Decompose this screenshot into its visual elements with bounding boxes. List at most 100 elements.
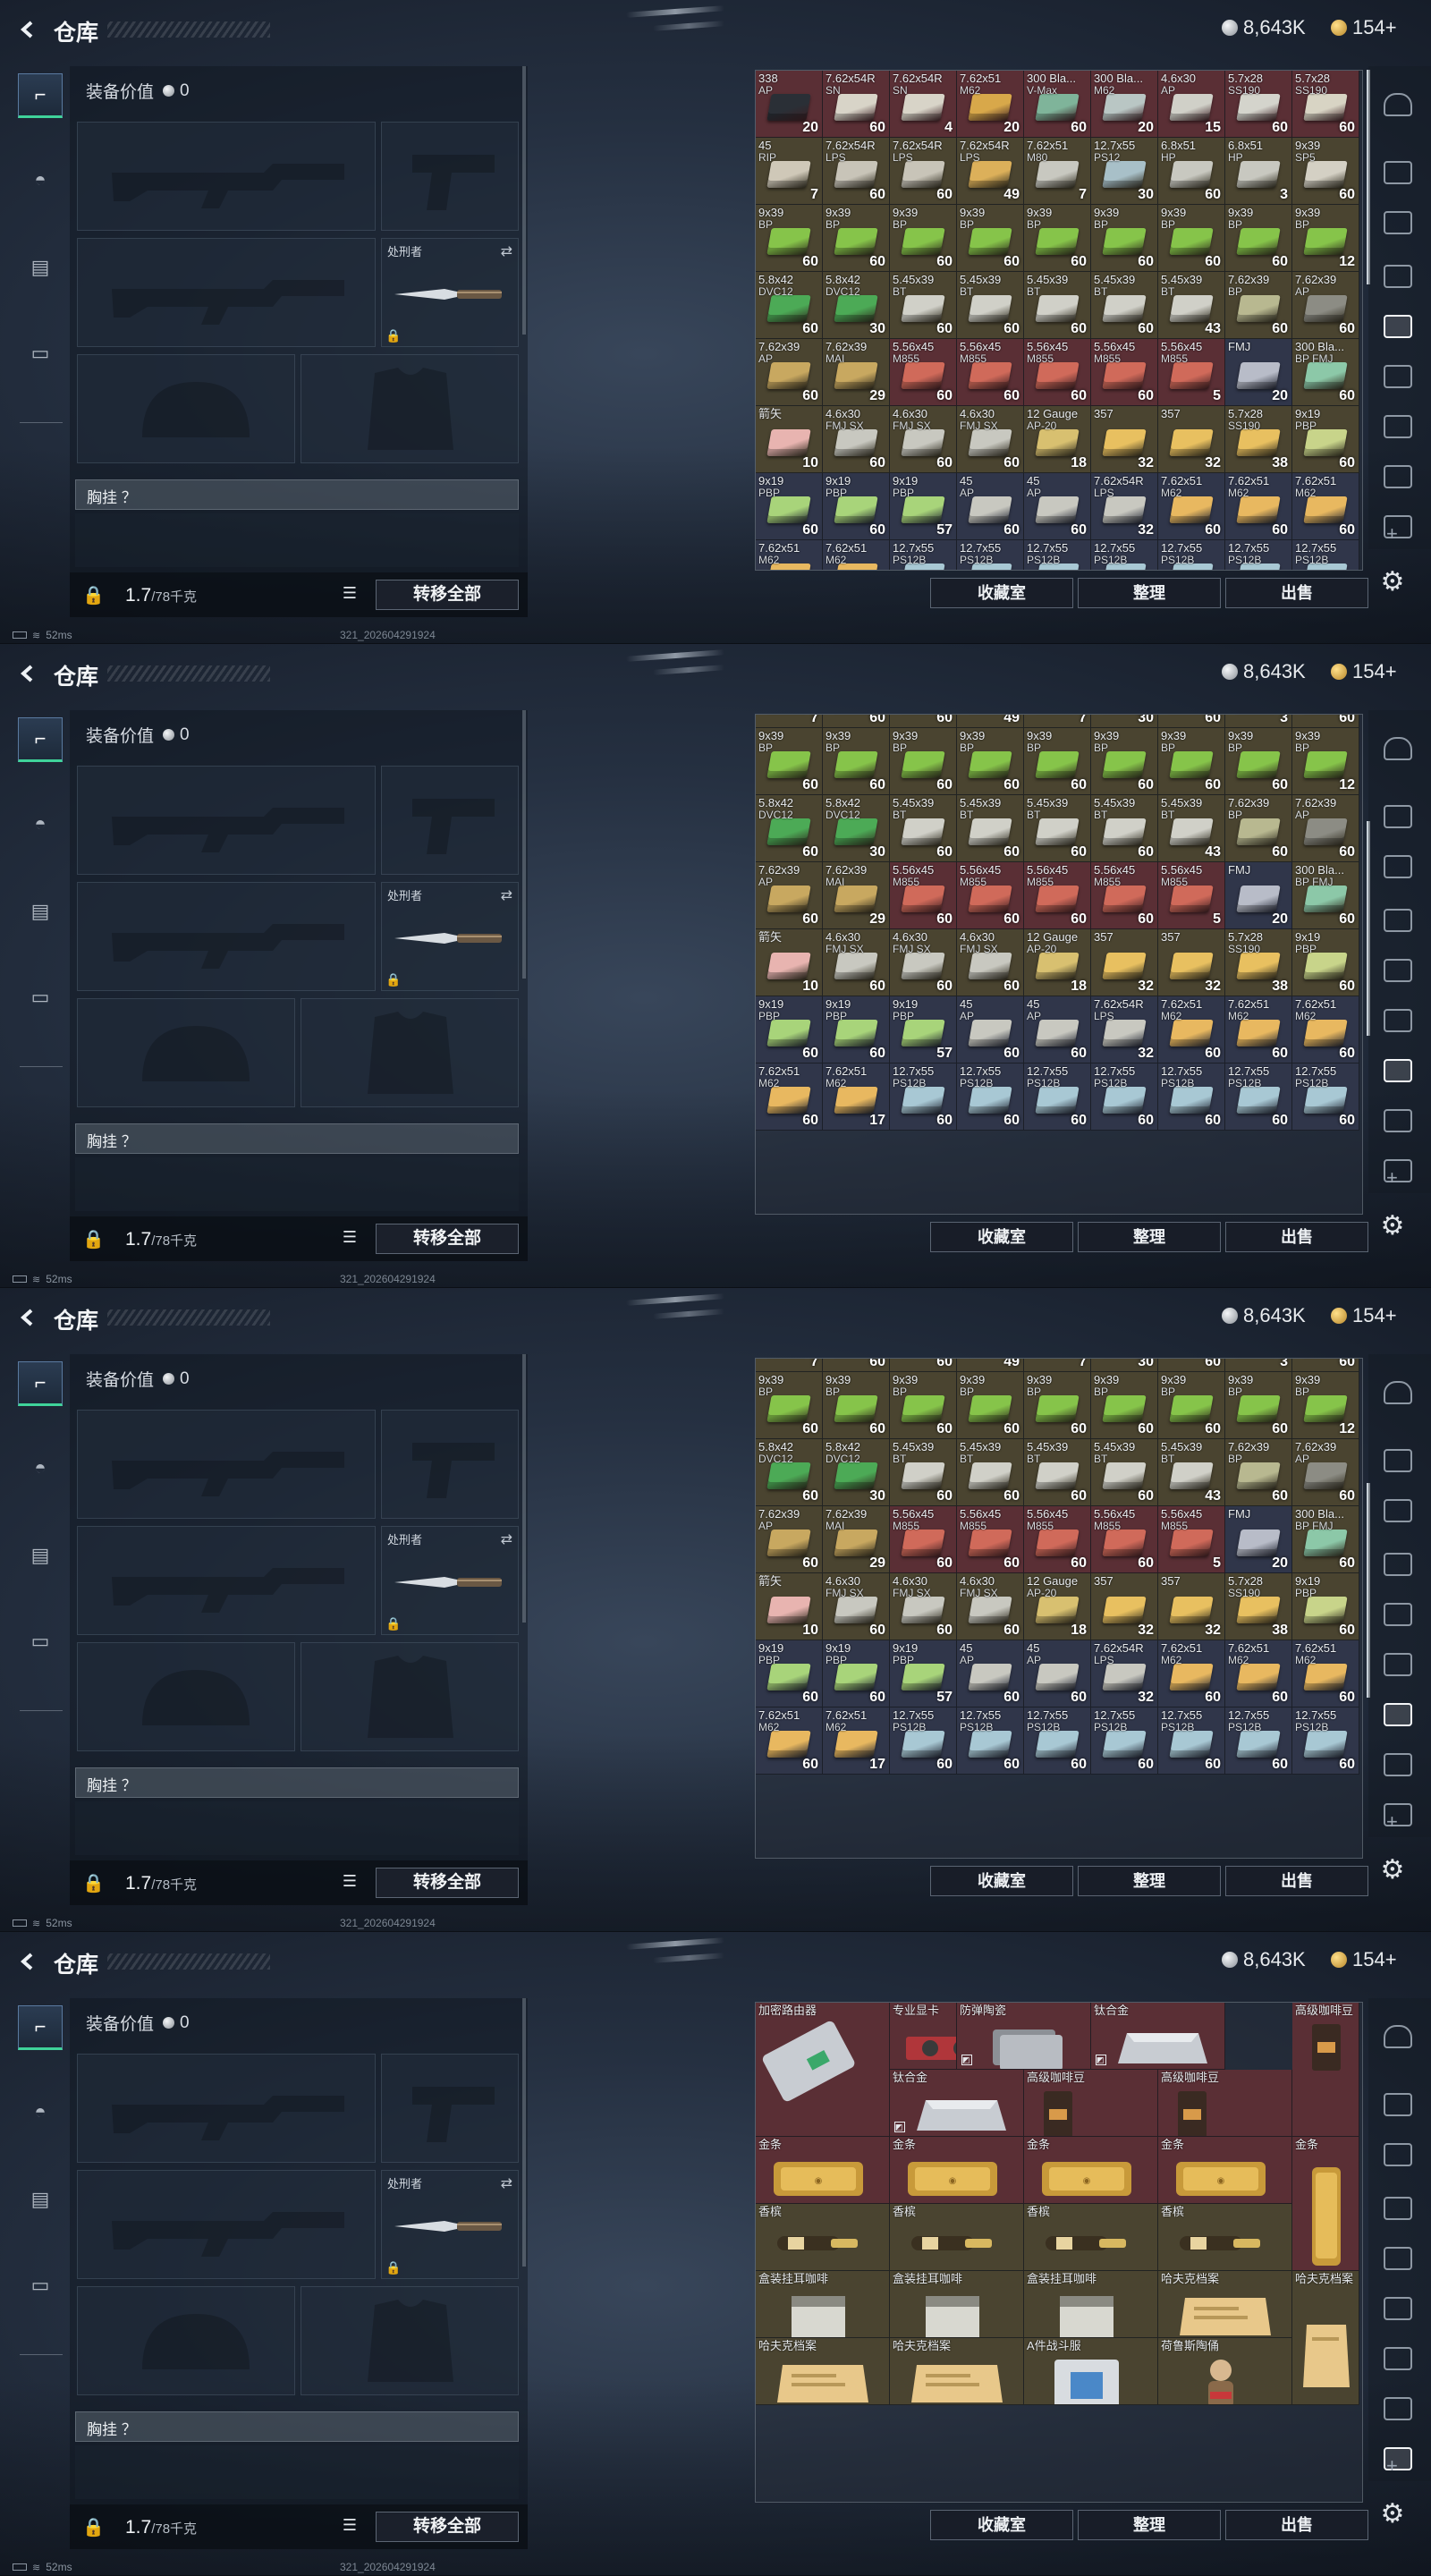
ammo-cell[interactable]: 4.6x30 FMJ SX 60: [957, 406, 1024, 473]
storage-page-tab[interactable]: [1376, 1000, 1420, 1041]
ammo-cell[interactable]: 12.7x55PS12B60: [1292, 540, 1359, 570]
sort-button[interactable]: 整理: [1078, 2510, 1221, 2540]
nav-tab-pistol[interactable]: ⌐: [18, 73, 63, 118]
ammo-cell[interactable]: 5.45x39 BT 60: [890, 1439, 957, 1506]
loot-item-cell[interactable]: 钛合金 ◩: [1091, 2003, 1225, 2070]
list-view-icon[interactable]: ☰: [338, 584, 361, 606]
silver-currency[interactable]: 8,643K: [1222, 660, 1306, 683]
secondary-weapon-slot[interactable]: [77, 882, 376, 991]
ammo-cell[interactable]: 4.6x30 FMJ SX 60: [890, 406, 957, 473]
ammo-cell[interactable]: 357 32: [1158, 406, 1225, 473]
ammo-cell[interactable]: 7.62x51M6260: [756, 540, 823, 570]
ammo-cell[interactable]: 12.7x55PS12B60: [890, 1707, 957, 1775]
ammo-cell[interactable]: 7.62x39 BP 60: [1225, 272, 1292, 339]
ammo-cell[interactable]: 12.7x55PS12B60: [957, 540, 1024, 570]
swap-icon[interactable]: ⇄: [501, 1530, 512, 1548]
ammo-cell[interactable]: 12.7x55PS12B60: [890, 1063, 957, 1131]
ammo-cell[interactable]: 9x39 BP 60: [957, 205, 1024, 272]
ammo-cell[interactable]: 9x19 PBP 60: [756, 996, 823, 1063]
storage-page-tab[interactable]: [1376, 1100, 1420, 1141]
nav-tab-pistol[interactable]: ⌐: [18, 2005, 63, 2050]
ammo-cell[interactable]: 9x39 BP 12: [1292, 205, 1359, 272]
storage-page-tab[interactable]: [1376, 2438, 1420, 2479]
weight-lock-icon[interactable]: 🔒: [82, 2516, 105, 2538]
ammo-cell[interactable]: 338 AP 20: [756, 71, 823, 138]
ammo-cell[interactable]: 7.62x39 AP 60: [756, 862, 823, 929]
ammo-cell[interactable]: 5.8x42 DVC12 30: [823, 795, 890, 862]
ammo-cell[interactable]: 7.62x54RLPS49: [957, 715, 1024, 728]
silver-currency[interactable]: 8,643K: [1222, 1304, 1306, 1327]
ammo-cell[interactable]: 12.7x55PS12B60: [1024, 540, 1091, 570]
storage-page-tab[interactable]: [1376, 2238, 1420, 2279]
ammo-cell[interactable]: 7.62x54R SN 4: [890, 71, 957, 138]
ammo-cell[interactable]: 5.7x28 SS190 60: [1225, 71, 1292, 138]
swap-icon[interactable]: ⇄: [501, 242, 512, 260]
nav-tab-briefcase[interactable]: ▭: [18, 1619, 63, 1664]
ammo-cell[interactable]: 5.56x45 M855 60: [1091, 862, 1158, 929]
ammo-cell[interactable]: 6.8x51HP60: [1158, 715, 1225, 728]
sidearm-slot[interactable]: [381, 2054, 519, 2163]
ammo-cell[interactable]: 7.62x54RLPS60: [890, 1359, 957, 1372]
ammo-cell[interactable]: 12.7x55PS12B60: [1024, 1707, 1091, 1775]
loot-item-cell[interactable]: 金条: [1292, 2137, 1359, 2271]
storage-page-tab[interactable]: [1376, 202, 1420, 243]
gold-currency[interactable]: 154+: [1331, 660, 1397, 683]
ammo-cell[interactable]: 9x19 PBP 60: [823, 996, 890, 1063]
nav-tab-vest[interactable]: ▤: [18, 245, 63, 290]
ammo-cell[interactable]: 5.56x45 M855 60: [890, 862, 957, 929]
storage-page-tab[interactable]: [1376, 1744, 1420, 1785]
ammo-cell[interactable]: 7.62x54RLPS49: [957, 138, 1024, 205]
ammo-cell[interactable]: 4.6x30 AP 15: [1158, 71, 1225, 138]
loot-item-cell[interactable]: 金条 ◉: [756, 2137, 890, 2204]
ammo-cell[interactable]: 7.62x51M6260: [1158, 473, 1225, 540]
storage-page-tab[interactable]: [1376, 2388, 1420, 2429]
ammo-cell[interactable]: 9x39 BP 12: [1292, 728, 1359, 795]
helmet-slot[interactable]: [77, 354, 295, 463]
chest-rig-label[interactable]: 胸挂 ？: [75, 1123, 519, 1154]
ammo-cell[interactable]: 9x39SP560: [1292, 715, 1359, 728]
ammo-cell[interactable]: 7.62x51 M62 20: [957, 71, 1024, 138]
chest-rig-slot[interactable]: [75, 1157, 519, 1211]
ammo-cell[interactable]: 5.56x45 M855 60: [890, 1506, 957, 1573]
helmet-slot[interactable]: [77, 998, 295, 1107]
armor-slot[interactable]: [301, 1642, 519, 1751]
ammo-cell[interactable]: 7.62x39 MAI 29: [823, 862, 890, 929]
ammo-cell[interactable]: 300 Bla... BP FMJ 60: [1292, 1506, 1359, 1573]
ammo-cell[interactable]: 7.62x54RLPS60: [890, 715, 957, 728]
loot-item-cell[interactable]: 盒装挂耳咖啡: [890, 2271, 1024, 2338]
ammo-cell[interactable]: 7.62x54RLPS60: [823, 138, 890, 205]
loot-item-cell[interactable]: 加密路由器: [756, 2003, 890, 2137]
ammo-cell[interactable]: 7.62x54RLPS49: [957, 1359, 1024, 1372]
storage-page-tab[interactable]: [1376, 406, 1420, 447]
ammo-cell[interactable]: 45 AP 60: [957, 473, 1024, 540]
back-button[interactable]: [14, 660, 41, 687]
storage-home-tab[interactable]: [1376, 84, 1420, 125]
ammo-cell[interactable]: 300 Bla... BP FMJ 60: [1292, 862, 1359, 929]
storage-page-tab[interactable]: [1376, 2134, 1420, 2175]
ammo-cell[interactable]: 4.6x30 FMJ SX 60: [957, 929, 1024, 996]
ammo-cell[interactable]: 12.7x55PS12B60: [1292, 1063, 1359, 1131]
storage-page-tab[interactable]: [1376, 2338, 1420, 2379]
ammo-cell[interactable]: 5.45x39 BT 60: [1091, 1439, 1158, 1506]
sell-button[interactable]: 出售: [1225, 578, 1368, 608]
melee-slot[interactable]: 处刑者 ⇄ 🔒: [381, 238, 519, 347]
ammo-cell[interactable]: 12 Gauge AP-20 18: [1024, 406, 1091, 473]
ammo-cell[interactable]: 12.7x55PS12B60: [890, 540, 957, 570]
ammo-cell[interactable]: 9x39 BP 60: [756, 205, 823, 272]
ammo-cell[interactable]: 12.7x55PS12B60: [1225, 1707, 1292, 1775]
settings-gear-icon[interactable]: ⚙: [1377, 567, 1408, 597]
storage-page-tab[interactable]: [1376, 1440, 1420, 1481]
ammo-cell[interactable]: 5.45x39 BT 60: [1091, 795, 1158, 862]
ammo-cell[interactable]: 9x39 BP 60: [890, 205, 957, 272]
ammo-cell[interactable]: 12.7x55PS12B60: [1091, 1063, 1158, 1131]
ammo-cell[interactable]: 5.45x39 BT 60: [1091, 272, 1158, 339]
loot-item-cell[interactable]: 高级咖啡豆: [1292, 2003, 1359, 2137]
ammo-cell[interactable]: 5.8x42 DVC12 60: [756, 272, 823, 339]
ammo-cell[interactable]: 300 Bla... V-Max 60: [1024, 71, 1091, 138]
ammo-cell[interactable]: 4.6x30 FMJ SX 60: [890, 929, 957, 996]
list-view-icon[interactable]: ☰: [338, 2516, 361, 2538]
secondary-weapon-slot[interactable]: [77, 2170, 376, 2279]
ammo-cell[interactable]: 7.62x51M6260: [1225, 996, 1292, 1063]
primary-weapon-slot[interactable]: [77, 1410, 376, 1519]
gold-currency[interactable]: 154+: [1331, 1304, 1397, 1327]
